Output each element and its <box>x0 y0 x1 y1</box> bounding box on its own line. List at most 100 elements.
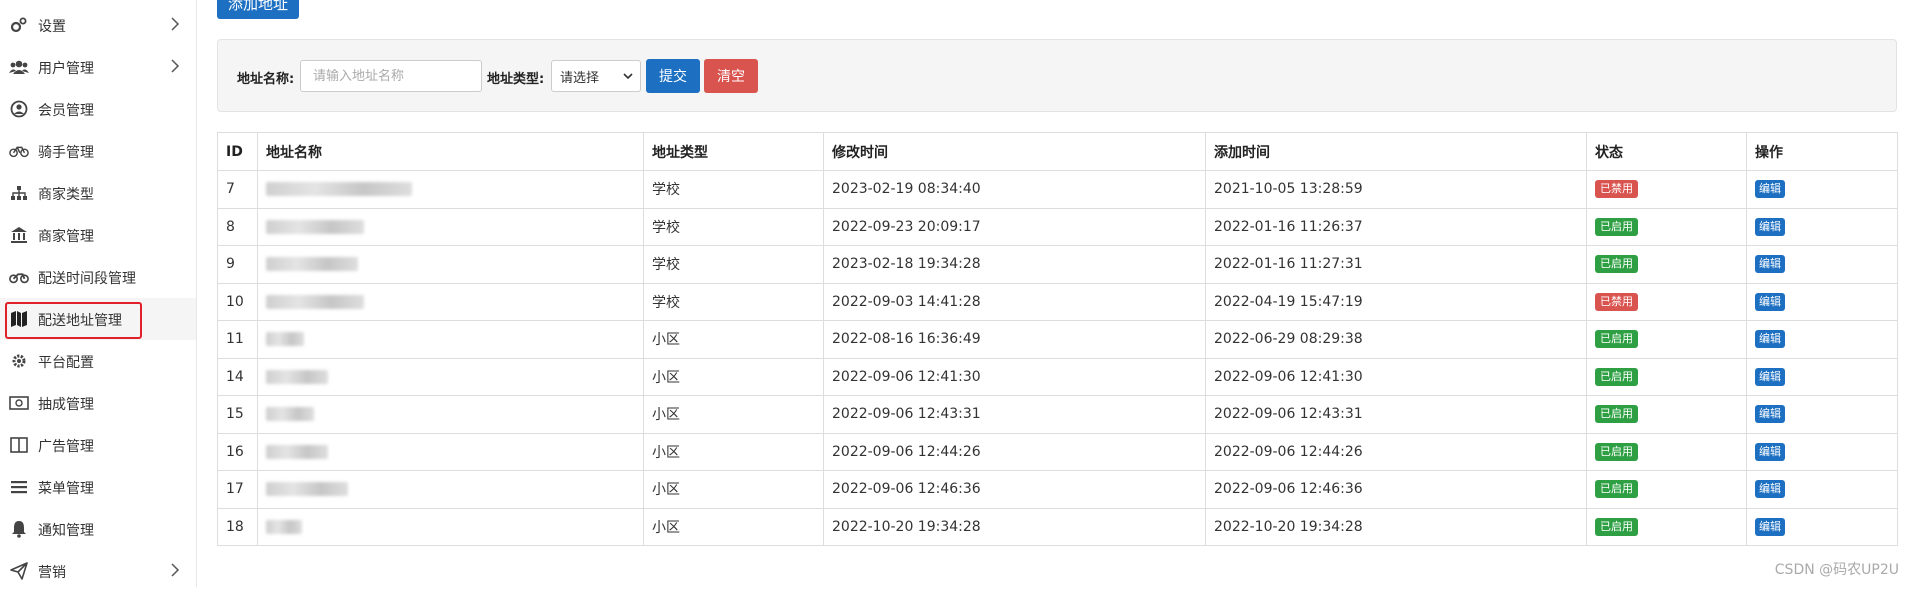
cell-status: 已启用 <box>1586 207 1747 246</box>
status-badge: 已禁用 <box>1595 292 1638 311</box>
cell-action: 编辑 <box>1746 470 1898 509</box>
address-type-selected: 请选择 <box>560 70 600 86</box>
table-row: 8 学校 2022-09-23 20:09:17 2022-01-16 11:2… <box>217 207 1898 246</box>
cell-type: 小区 <box>643 357 824 396</box>
bank-icon <box>9 225 29 245</box>
column-header: 添加时间 <box>1205 132 1587 171</box>
sidebar-item-label: 营销 <box>38 565 66 581</box>
cell-action: 编辑 <box>1746 282 1898 321</box>
column-header: 地址名称 <box>257 132 644 171</box>
sidebar-item-label: 设置 <box>38 19 66 35</box>
cell-id: 17 <box>217 470 258 509</box>
columns-icon <box>9 435 29 455</box>
cell-id: 9 <box>217 245 258 284</box>
edit-button[interactable]: 编辑 <box>1755 180 1785 199</box>
user-circle-icon <box>9 99 29 119</box>
redacted-text <box>266 407 314 422</box>
chevron-right-icon <box>170 59 180 77</box>
sidebar-item-label: 商家类型 <box>38 187 94 203</box>
sidebar-item-platform-config[interactable]: 平台配置 <box>0 340 196 382</box>
sidebar-item-marketing[interactable]: 营销 <box>0 550 196 592</box>
cell-added: 2022-10-20 19:34:28 <box>1205 507 1587 546</box>
sidebar-item-ads[interactable]: 广告管理 <box>0 424 196 466</box>
edit-button[interactable]: 编辑 <box>1755 480 1785 499</box>
edit-button[interactable]: 编辑 <box>1755 517 1785 536</box>
sidebar-item-commission[interactable]: 抽成管理 <box>0 382 196 424</box>
table-row: 7 学校 2023-02-19 08:34:40 2021-10-05 13:2… <box>217 170 1898 209</box>
sidebar-item-merchant-types[interactable]: 商家类型 <box>0 172 196 214</box>
cell-address-name <box>257 432 644 471</box>
address-name-input[interactable] <box>300 60 482 92</box>
cell-status: 已启用 <box>1586 245 1747 284</box>
cell-action: 编辑 <box>1746 320 1898 359</box>
sidebar-item-riders[interactable]: 骑手管理 <box>0 130 196 172</box>
cell-type: 小区 <box>643 320 824 359</box>
cell-action: 编辑 <box>1746 245 1898 284</box>
sidebar-item-label: 平台配置 <box>38 355 94 371</box>
edit-button[interactable]: 编辑 <box>1755 442 1785 461</box>
sidebar-item-label: 配送地址管理 <box>38 313 122 329</box>
edit-button[interactable]: 编辑 <box>1755 330 1785 349</box>
clear-button[interactable]: 清空 <box>704 59 758 93</box>
cell-added: 2021-10-05 13:28:59 <box>1205 170 1587 209</box>
redacted-text <box>266 219 364 234</box>
sidebar: 设置 用户管理 会员管理 骑手管理 商家类型 商家管理 配送时间段管理 配送地址… <box>0 0 197 587</box>
cell-type: 学校 <box>643 207 824 246</box>
cell-address-name <box>257 395 644 434</box>
table-row: 11 小区 2022-08-16 16:36:49 2022-06-29 08:… <box>217 320 1898 359</box>
sidebar-item-delivery-time[interactable]: 配送时间段管理 <box>0 256 196 298</box>
cell-modified: 2022-09-06 12:43:31 <box>823 395 1206 434</box>
sidebar-item-merchants[interactable]: 商家管理 <box>0 214 196 256</box>
cell-status: 已启用 <box>1586 357 1747 396</box>
bars-icon <box>9 477 29 497</box>
sidebar-item-settings[interactable]: 设置 <box>0 4 196 46</box>
cell-address-name <box>257 320 644 359</box>
cell-type: 学校 <box>643 282 824 321</box>
cell-status: 已启用 <box>1586 470 1747 509</box>
chevron-right-icon <box>170 17 180 35</box>
cell-id: 8 <box>217 207 258 246</box>
cell-action: 编辑 <box>1746 170 1898 209</box>
edit-button[interactable]: 编辑 <box>1755 405 1785 424</box>
cell-added: 2022-09-06 12:46:36 <box>1205 470 1587 509</box>
cell-action: 编辑 <box>1746 207 1898 246</box>
cell-modified: 2022-09-03 14:41:28 <box>823 282 1206 321</box>
sidebar-item-users[interactable]: 用户管理 <box>0 46 196 88</box>
edit-button[interactable]: 编辑 <box>1755 255 1785 274</box>
cell-modified: 2022-09-06 12:46:36 <box>823 470 1206 509</box>
cell-modified: 2023-02-18 19:34:28 <box>823 245 1206 284</box>
sidebar-item-notifications[interactable]: 通知管理 <box>0 508 196 550</box>
column-header: ID <box>217 132 258 171</box>
table-row: 17 小区 2022-09-06 12:46:36 2022-09-06 12:… <box>217 470 1898 509</box>
sidebar-item-members[interactable]: 会员管理 <box>0 88 196 130</box>
address-type-select[interactable]: 请选择 <box>551 60 641 92</box>
redacted-text <box>266 482 348 497</box>
bicycle-icon <box>9 141 29 161</box>
cell-status: 已禁用 <box>1586 170 1747 209</box>
cell-id: 14 <box>217 357 258 396</box>
edit-button[interactable]: 编辑 <box>1755 217 1785 236</box>
cell-added: 2022-09-06 12:43:31 <box>1205 395 1587 434</box>
cell-address-name <box>257 170 644 209</box>
sidebar-item-label: 配送时间段管理 <box>38 271 136 287</box>
submit-button[interactable]: 提交 <box>646 59 700 93</box>
cell-type: 学校 <box>643 245 824 284</box>
sidebar-item-label: 会员管理 <box>38 103 94 119</box>
table-row: 16 小区 2022-09-06 12:44:26 2022-09-06 12:… <box>217 432 1898 471</box>
sidebar-item-menus[interactable]: 菜单管理 <box>0 466 196 508</box>
table-header-row: ID 地址名称 地址类型 修改时间 添加时间 状态 操作 <box>217 132 1898 171</box>
edit-button[interactable]: 编辑 <box>1755 292 1785 311</box>
add-address-button[interactable]: 添加地址 <box>217 0 299 19</box>
redacted-text <box>266 332 304 347</box>
sidebar-item-delivery-address[interactable]: 配送地址管理 <box>0 298 196 340</box>
sidebar-item-label: 通知管理 <box>38 523 94 539</box>
cell-type: 学校 <box>643 170 824 209</box>
address-table: ID 地址名称 地址类型 修改时间 添加时间 状态 操作 7 学校 2023-0… <box>217 132 1898 546</box>
map-icon <box>9 309 29 329</box>
cell-modified: 2022-08-16 16:36:49 <box>823 320 1206 359</box>
watermark: CSDN @码农UP2U <box>1774 562 1899 578</box>
cell-status: 已禁用 <box>1586 282 1747 321</box>
edit-button[interactable]: 编辑 <box>1755 367 1785 386</box>
cell-status: 已启用 <box>1586 507 1747 546</box>
table-row: 18 小区 2022-10-20 19:34:28 2022-10-20 19:… <box>217 507 1898 546</box>
